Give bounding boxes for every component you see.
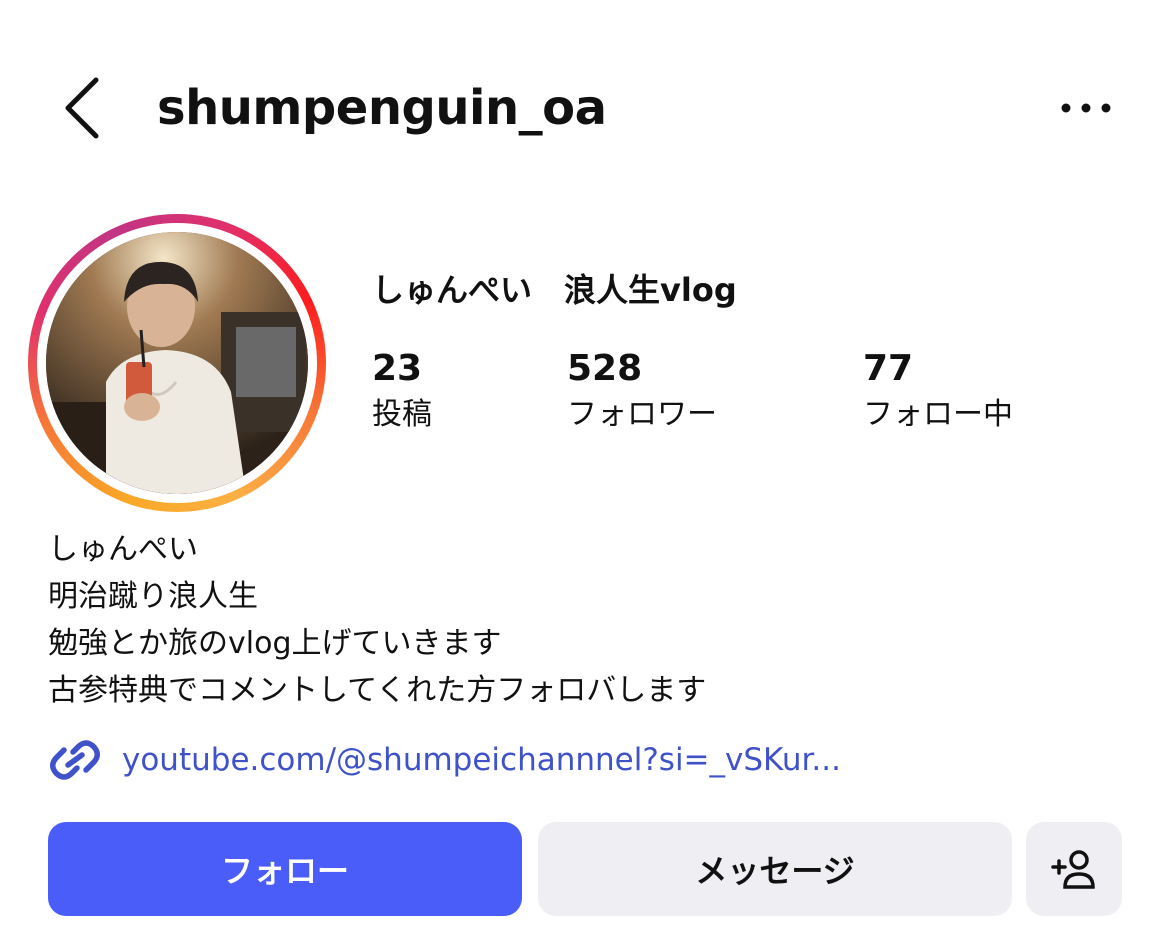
bio: しゅんぺい 明治蹴り浪人生 勉強とか旅のvlog上げていきます 古参特典でコメン…: [48, 526, 706, 714]
bio-link[interactable]: youtube.com/@shumpeichannnel?si=_vSKur..…: [48, 734, 841, 786]
follow-button[interactable]: フォロー: [48, 822, 522, 916]
stat-followers[interactable]: 528 フォロワー: [567, 345, 717, 437]
back-button[interactable]: [58, 72, 110, 144]
more-horizontal-icon: [1061, 103, 1111, 113]
more-options-button[interactable]: [1056, 90, 1116, 126]
add-user-icon: [1051, 850, 1095, 889]
stat-label: フォロー中: [863, 397, 1013, 432]
profile-username: shumpenguin_oa: [157, 80, 607, 136]
message-button[interactable]: メッセージ: [538, 822, 1012, 916]
avatar: [46, 232, 308, 494]
bio-line: 明治蹴り浪人生: [48, 579, 258, 614]
bio-line: しゅんぺい: [48, 532, 198, 567]
stat-label: 投稿: [372, 397, 432, 432]
bio-line: 古参特典でコメントしてくれた方フォロバします: [48, 673, 707, 708]
bio-link-text[interactable]: youtube.com/@shumpeichannnel?si=_vSKur..…: [122, 738, 841, 782]
profile-header: shumpenguin_oa: [0, 0, 1170, 210]
stat-posts[interactable]: 23 投稿: [372, 345, 432, 437]
chevron-left-icon: [65, 77, 99, 139]
stat-value: 528: [567, 348, 643, 389]
story-ring-avatar[interactable]: [28, 214, 326, 512]
link-icon: [50, 740, 100, 780]
suggest-users-button[interactable]: [1026, 822, 1122, 916]
stat-value: 23: [372, 348, 423, 389]
bio-line: 勉強とか旅のvlog上げていきます: [48, 626, 502, 661]
stat-label: フォロワー: [567, 397, 717, 432]
display-name: しゅんぺい 浪人生vlog: [372, 271, 737, 309]
stat-value: 77: [863, 348, 914, 389]
stat-following[interactable]: 77 フォロー中: [863, 345, 1013, 437]
